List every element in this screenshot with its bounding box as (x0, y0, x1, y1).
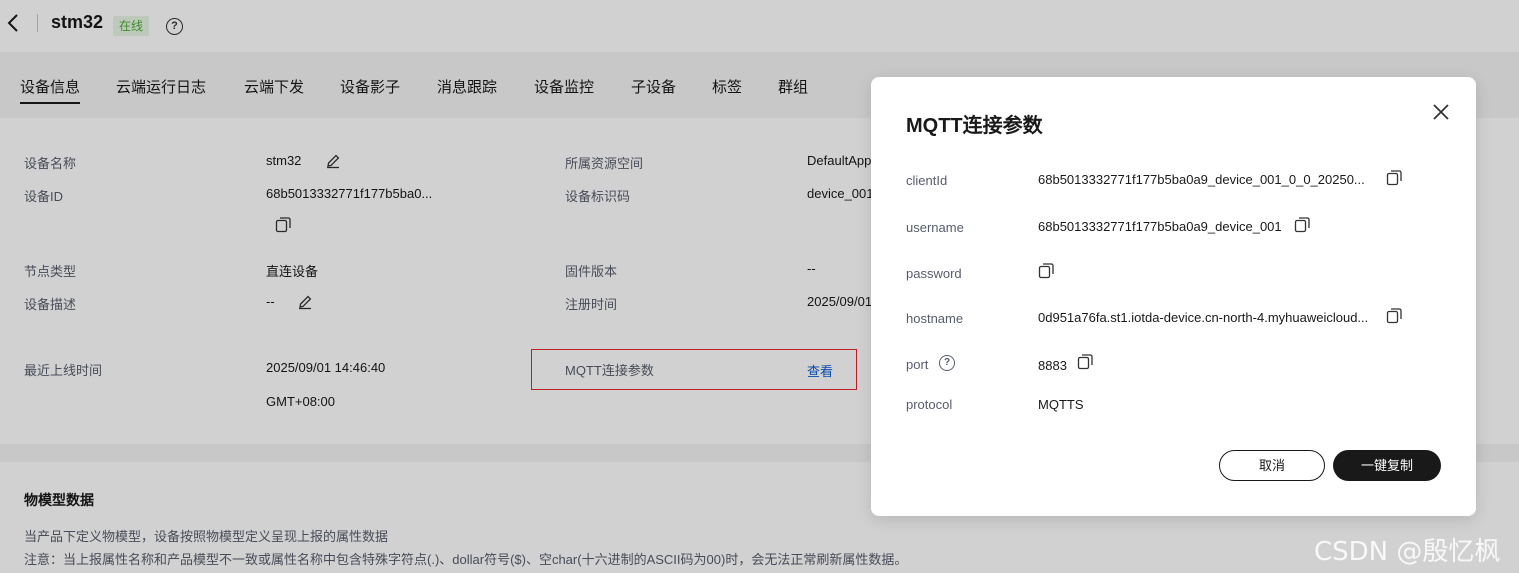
device-detail-page: stm32 在线 ? 设备信息 云端运行日志 云端下发 设备影子 消息跟踪 设备… (0, 0, 1519, 573)
cancel-button[interactable]: 取消 (1219, 450, 1325, 481)
dialog-title: MQTT连接参数 (906, 115, 1043, 137)
copy-password-icon[interactable] (1038, 262, 1055, 279)
client-id-label: clientId (906, 173, 948, 188)
watermark: CSDN @殷忆枫 (1314, 537, 1501, 567)
copy-all-button[interactable]: 一键复制 (1333, 450, 1441, 481)
copy-username-icon[interactable] (1294, 216, 1311, 233)
port-help-icon[interactable]: ? (939, 355, 955, 371)
protocol-label: protocol (906, 397, 953, 412)
password-label: password (906, 266, 962, 281)
client-id-value: 68b5013332771f177b5ba0a9_device_001_0_0_… (1038, 172, 1365, 187)
copy-hostname-icon[interactable] (1386, 307, 1403, 324)
hostname-label: hostname (906, 311, 964, 326)
copy-client-id-icon[interactable] (1386, 169, 1403, 186)
username-label: username (906, 220, 964, 235)
username-value: 68b5013332771f177b5ba0a9_device_001 (1038, 219, 1282, 234)
hostname-value: 0d951a76fa.st1.iotda-device.cn-north-4.m… (1038, 310, 1369, 325)
close-icon[interactable] (1430, 101, 1452, 123)
protocol-value: MQTTS (1038, 397, 1084, 412)
port-value: 8883 (1038, 358, 1067, 373)
copy-port-icon[interactable] (1077, 353, 1094, 370)
port-label: port (906, 357, 929, 372)
mqtt-params-dialog: MQTT连接参数 clientId 68b5013332771f177b5ba0… (871, 77, 1476, 516)
